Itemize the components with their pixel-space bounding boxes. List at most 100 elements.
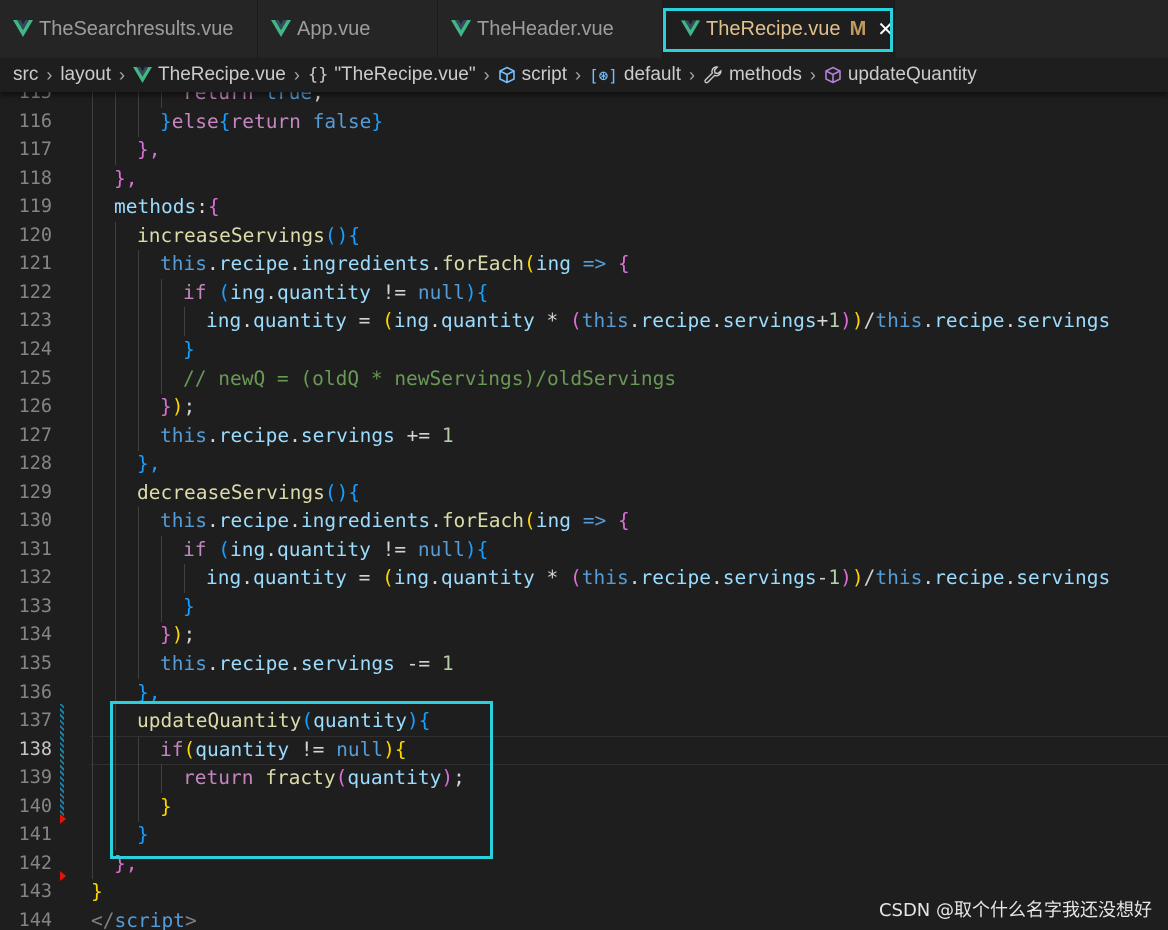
breadcrumb-label: default [623,64,681,85]
breadcrumb-default[interactable]: [⊛] default [589,64,681,86]
code-line[interactable]: 134}); [0,621,1168,651]
line-number: 115 [18,92,52,103]
modified-badge: M [849,17,867,40]
breadcrumb-update-quantity[interactable]: updateQuantity [824,64,977,86]
line-number: 129 [18,481,52,503]
breadcrumb-methods[interactable]: methods [703,64,802,86]
indent-guide [138,278,139,308]
code-text: if (ing.quantity != null){ [183,537,489,561]
code-line[interactable]: 135 this.recipe.servings -= 1 [0,650,1168,679]
breadcrumb-script[interactable]: script [498,64,567,86]
indent-guide [138,650,139,679]
code-line[interactable]: 124} [0,335,1168,365]
code-line[interactable]: 141} [0,821,1168,851]
code-line[interactable]: 119 methods:{ [0,193,1168,223]
code-line[interactable]: 133} [0,592,1168,622]
code-line[interactable]: 122 if (ing.quantity != null){ [0,278,1168,308]
indent-guide [161,764,162,794]
indent-guide [92,193,93,223]
indent-guide [115,650,116,679]
code-text: this.recipe.ingredients.forEach(ing => { [160,252,630,276]
indent-guide [92,107,93,137]
breadcrumb-label: src [13,64,39,85]
indent-guide [115,393,116,423]
code-text: this.recipe.servings -= 1 [160,652,454,675]
line-number: 143 [18,881,52,903]
tab-thesearchresults[interactable]: TheSearchresults.vue [0,0,258,58]
code-line[interactable]: 140} [0,792,1168,822]
code-text: ing.quantity = (ing.quantity * (this.rec… [206,566,1111,590]
indent-guide [115,678,116,708]
line-number: 119 [18,196,52,218]
tab-label: TheRecipe.vue [706,17,841,40]
indent-guide [115,107,116,137]
code-text: return fracty(quantity); [183,766,465,790]
breadcrumb-label: methods [728,64,802,85]
code-text: ing.quantity = (ing.quantity * (this.rec… [206,309,1111,333]
indent-guide [161,564,162,594]
indent-guide [115,221,116,251]
indent-guide [138,792,139,822]
code-line[interactable]: 130 this.recipe.ingredients.forEach(ing =… [0,507,1168,537]
breadcrumb-label: script [521,64,568,85]
indent-guide [115,592,116,622]
code-text: increaseServings(){ [137,223,361,247]
indent-guide [161,364,162,394]
indent-guide [92,92,93,108]
code-line[interactable]: 121 this.recipe.ingredients.forEach(ing =… [0,250,1168,280]
code-text: }); [160,395,196,419]
indent-guide [138,535,139,565]
chevron-right-icon: › [688,64,695,85]
tab-therecipe[interactable]: TheRecipe.vue M ✕ [663,0,895,58]
breadcrumb-label: TheRecipe.vue [158,64,286,85]
code-line[interactable]: 136}, [0,678,1168,708]
code-line[interactable]: 138 if(quantity != null){ [0,735,1168,765]
code-text: }, [114,851,138,875]
code-editor[interactable]: 115 return true; 116}else{return false} 117… [0,92,1168,930]
code-line[interactable]: 116}else{return false} [0,107,1168,137]
chevron-right-icon: › [575,64,582,85]
tab-theheader[interactable]: TheHeader.vue [438,0,663,58]
indent-guide [138,92,139,108]
line-number: 142 [18,852,52,874]
indent-guide [161,278,162,308]
code-line[interactable]: 132 ing.quantity = (ing.quantity * (this.… [0,564,1168,594]
line-number: 118 [18,167,52,189]
cube-icon [498,66,515,84]
indent-guide [115,507,116,537]
code-line[interactable]: 118}, [0,164,1168,194]
braces-icon: {} [307,65,329,85]
code-line[interactable]: 125 // newQ = (oldQ * newServings)/oldSer… [0,364,1168,394]
line-number: 124 [18,338,52,360]
code-line[interactable]: 127 this.recipe.servings += 1 [0,421,1168,451]
breadcrumb-module[interactable]: {} "TheRecipe.vue" [308,64,476,86]
code-text: decreaseServings(){ [137,480,361,504]
line-number: 133 [18,595,52,617]
line-number: 125 [18,367,52,389]
breadcrumb-src[interactable]: src [13,64,38,86]
tab-app[interactable]: App.vue [258,0,438,58]
indent-guide [92,592,93,622]
indent-guide [115,307,116,337]
close-icon[interactable]: ✕ [877,17,894,42]
indent-guide [115,821,116,851]
breadcrumb-file[interactable]: TheRecipe.vue [133,64,286,86]
code-line[interactable]: 128}, [0,450,1168,480]
code-line[interactable]: 139 return fracty(quantity); [0,764,1168,794]
code-line[interactable]: 115 return true; [0,92,1168,108]
code-line[interactable]: 120 increaseServings(){ [0,221,1168,251]
code-text: return true; [183,92,324,104]
code-line[interactable]: 129 decreaseServings(){ [0,478,1168,508]
code-line[interactable]: 142}, [0,849,1168,879]
code-line[interactable]: 123 ing.quantity = (ing.quantity * (this.… [0,307,1168,337]
indent-guide [115,621,116,651]
code-line[interactable]: 131 if (ing.quantity != null){ [0,535,1168,565]
breadcrumb-layout[interactable]: layout [60,64,111,86]
code-line[interactable]: 137 updateQuantity(quantity){ [0,707,1168,737]
code-line[interactable]: 117}, [0,136,1168,166]
indent-guide [92,335,93,365]
indent-guide [92,421,93,451]
line-number: 122 [18,281,52,303]
code-line[interactable]: 126}); [0,393,1168,423]
indent-guide [138,592,139,622]
